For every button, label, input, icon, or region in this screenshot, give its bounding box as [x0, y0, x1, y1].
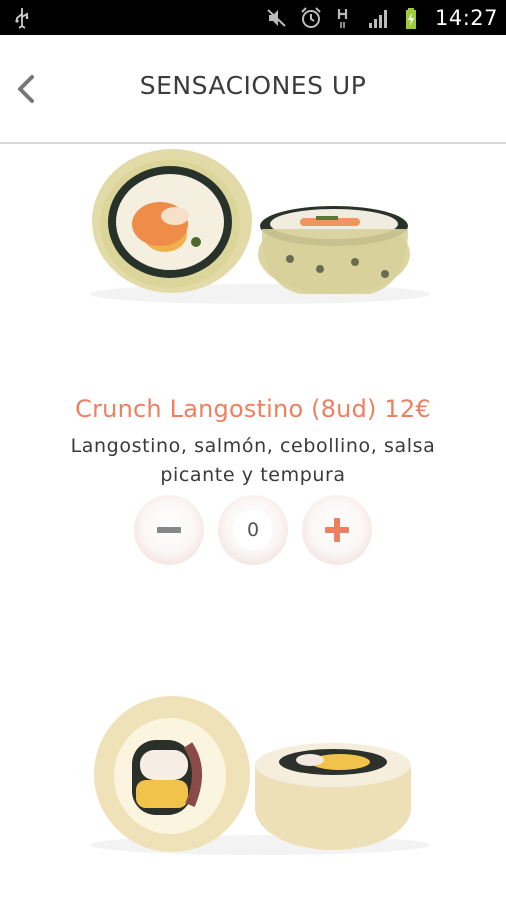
signal-icon [368, 9, 387, 28]
sushi-roll-crispy-image [90, 696, 430, 855]
increase-quantity-button[interactable] [302, 495, 372, 565]
quantity-display: 0 [218, 495, 288, 565]
hspa-icon [337, 8, 348, 28]
app-bar: SENSACIONES UP [0, 35, 506, 144]
product-description: Langostino, salmón, cebollino, salsa pic… [70, 435, 436, 486]
minus-icon [157, 527, 181, 533]
battery-charging-icon [405, 7, 416, 29]
plus-icon [325, 518, 349, 542]
product-name: Crunch Langostino (8ud) 12€ [75, 395, 431, 423]
product-image [0, 144, 506, 349]
alarm-icon [301, 6, 321, 28]
decrease-quantity-button[interactable] [134, 495, 204, 565]
page-title: SENSACIONES UP [139, 71, 367, 100]
status-bar: 14:27 [0, 0, 506, 35]
sushi-roll-tempura-image [90, 149, 430, 304]
usb-icon [15, 8, 29, 29]
mute-icon [267, 8, 286, 27]
product-image-next [0, 690, 506, 860]
quantity-value: 0 [233, 510, 273, 550]
status-time: 14:27 [434, 5, 498, 30]
